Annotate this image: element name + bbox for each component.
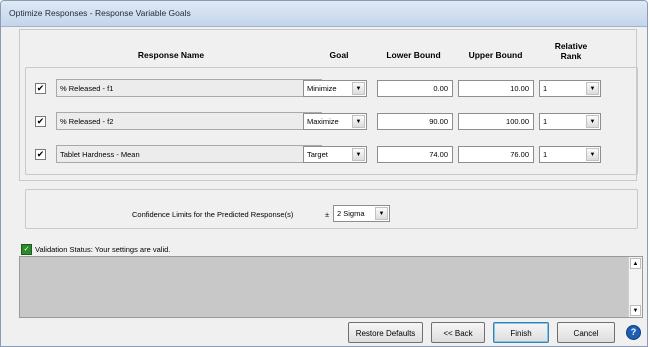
rank-select[interactable]: 1 ▼ [539, 80, 601, 97]
response-name-field: % Released - f2 [56, 112, 322, 130]
rank-select[interactable]: 1 ▼ [539, 146, 601, 163]
upper-bound-input[interactable]: 10.00 [458, 80, 534, 97]
upper-bound-input[interactable]: 100.00 [458, 113, 534, 130]
header-relative-rank: Relative Rank [554, 41, 588, 61]
response-name-field: % Released - f1 [56, 79, 322, 97]
response-row: ✔ % Released - f1 Minimize ▼ 0.00 10.00 … [26, 79, 637, 99]
dialog-window: Optimize Responses - Response Variable G… [0, 0, 648, 347]
goal-select[interactable]: Target ▼ [303, 146, 367, 163]
confidence-panel: Confidence Limits for the Predicted Resp… [25, 189, 638, 229]
chevron-down-icon[interactable]: ▼ [586, 115, 599, 128]
chevron-down-icon[interactable]: ▼ [375, 207, 388, 220]
header-lower-bound: Lower Bound [386, 50, 441, 60]
goal-select[interactable]: Maximize ▼ [303, 113, 367, 130]
plus-minus-sign: ± [325, 210, 330, 219]
validation-messages: ▲ ▼ [19, 256, 643, 318]
cancel-button[interactable]: Cancel [557, 322, 615, 343]
restore-defaults-button[interactable]: Restore Defaults [348, 322, 423, 343]
rank-value: 1 [543, 84, 548, 93]
lower-bound-input[interactable]: 90.00 [377, 113, 453, 130]
confidence-label: Confidence Limits for the Predicted Resp… [132, 210, 294, 219]
responses-panel: ✔ % Released - f1 Minimize ▼ 0.00 10.00 … [25, 67, 638, 175]
confidence-select[interactable]: 2 Sigma ▼ [333, 205, 390, 222]
rank-select[interactable]: 1 ▼ [539, 113, 601, 130]
rank-value: 1 [543, 117, 548, 126]
lower-bound-input[interactable]: 0.00 [377, 80, 453, 97]
include-checkbox[interactable]: ✔ [35, 83, 46, 94]
window-title: Optimize Responses - Response Variable G… [9, 8, 191, 18]
scroll-down-icon[interactable]: ▼ [630, 305, 641, 316]
back-button[interactable]: << Back [431, 322, 485, 343]
confidence-value: 2 Sigma [337, 209, 365, 218]
include-checkbox[interactable]: ✔ [35, 149, 46, 160]
chevron-down-icon[interactable]: ▼ [586, 82, 599, 95]
response-row: ✔ % Released - f2 Maximize ▼ 90.00 100.0… [26, 112, 637, 132]
goal-value: Minimize [307, 84, 337, 93]
chevron-down-icon[interactable]: ▼ [352, 82, 365, 95]
validation-text: Validation Status: Your settings are val… [35, 245, 171, 254]
header-goal: Goal [329, 50, 349, 60]
goal-value: Target [307, 150, 328, 159]
include-checkbox[interactable]: ✔ [35, 116, 46, 127]
rank-value: 1 [543, 150, 548, 159]
header-response-name: Response Name [137, 50, 205, 60]
goal-value: Maximize [307, 117, 339, 126]
help-icon[interactable]: ? [626, 325, 641, 340]
finish-button[interactable]: Finish [493, 322, 549, 343]
response-row: ✔ Tablet Hardness - Mean Target ▼ 74.00 … [26, 145, 637, 165]
scroll-up-icon[interactable]: ▲ [630, 258, 641, 269]
validation-ok-icon: ✓ [21, 244, 32, 255]
vertical-scrollbar[interactable]: ▲ ▼ [628, 257, 642, 317]
goal-select[interactable]: Minimize ▼ [303, 80, 367, 97]
title-bar[interactable]: Optimize Responses - Response Variable G… [1, 1, 647, 27]
lower-bound-input[interactable]: 74.00 [377, 146, 453, 163]
upper-bound-input[interactable]: 76.00 [458, 146, 534, 163]
header-upper-bound: Upper Bound [468, 50, 523, 60]
chevron-down-icon[interactable]: ▼ [352, 115, 365, 128]
chevron-down-icon[interactable]: ▼ [352, 148, 365, 161]
chevron-down-icon[interactable]: ▼ [586, 148, 599, 161]
response-name-field: Tablet Hardness - Mean [56, 145, 322, 163]
